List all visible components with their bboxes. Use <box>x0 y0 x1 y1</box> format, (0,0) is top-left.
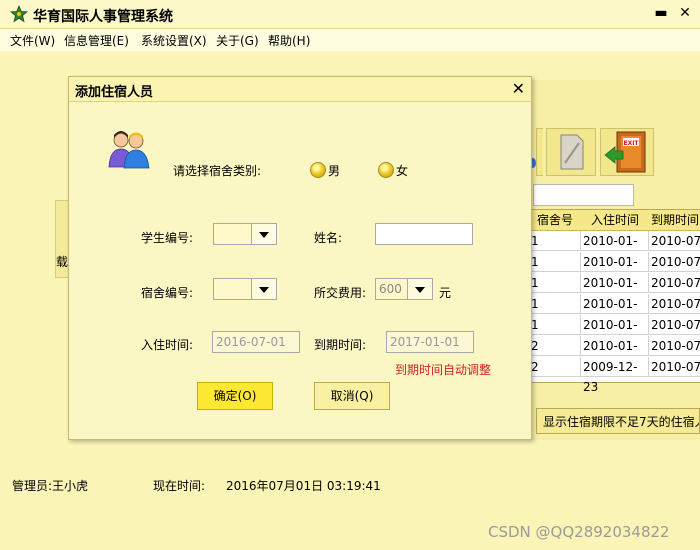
dialog-title: 添加住宿人员 <box>75 85 154 100</box>
app-title: 华育国际人事管理系统 <box>33 9 173 25</box>
radio-male-label[interactable]: 男 <box>328 162 340 179</box>
watermark-text: CSDN @QQ2892034822 <box>488 523 670 541</box>
menu-info-management[interactable]: 信息管理(E) <box>64 32 129 49</box>
menu-about[interactable]: 关于(G) <box>216 32 259 49</box>
dorm-no-combobox[interactable] <box>213 278 277 300</box>
table-header-expire[interactable]: 到期时间 <box>649 210 700 231</box>
menu-bar: 文件(W) 信息管理(E) 系统设置(X) 关于(G) 帮助(H) <box>0 29 700 51</box>
cancel-button[interactable]: 取消(Q) <box>314 382 390 410</box>
current-time-label: 现在时间: <box>153 479 206 493</box>
current-time-value: 2016年07月01日 03:19:41 <box>226 479 381 493</box>
fee-combobox[interactable]: 600 <box>375 278 433 300</box>
fee-label: 所交费用: <box>314 286 367 300</box>
radio-female-label[interactable]: 女 <box>396 162 408 179</box>
name-input[interactable] <box>375 223 473 245</box>
chevron-down-icon[interactable] <box>251 224 276 244</box>
add-resident-dialog: 添加住宿人员 ✕ 请选择宿舍类别: 男 女 学生编号: 姓名: 宿舍编号: 所交… <box>68 76 532 440</box>
chevron-down-icon[interactable] <box>251 279 276 299</box>
student-no-combobox[interactable] <box>213 223 277 245</box>
expire-date-field[interactable]: 2017-01-01 <box>386 331 474 353</box>
toolbar-exit-button[interactable]: EXIT <box>600 128 654 176</box>
window-close-button[interactable]: ✕ <box>676 4 694 22</box>
name-label: 姓名: <box>314 231 343 245</box>
student-no-label: 学生编号: <box>141 231 194 245</box>
chevron-down-icon[interactable] <box>407 279 432 299</box>
dorm-no-label: 宿舍编号: <box>141 286 194 300</box>
radio-female[interactable] <box>378 162 394 178</box>
menu-system-settings[interactable]: 系统设置(X) <box>141 32 207 49</box>
document-icon <box>560 134 584 170</box>
toolbar-document-button[interactable] <box>546 128 596 176</box>
menu-file[interactable]: 文件(W) <box>10 32 55 49</box>
exit-door-icon: EXIT <box>604 131 646 173</box>
background-left-char: 载 <box>56 255 69 269</box>
table-header-checkin[interactable]: 入住时间 <box>581 210 650 231</box>
app-titlebar: 华育国际人事管理系统 ▬ ✕ <box>0 0 700 29</box>
dialog-titlebar: 添加住宿人员 ✕ <box>69 77 531 102</box>
fee-value: 600 <box>379 282 402 296</box>
users-icon <box>108 131 150 169</box>
confirm-button[interactable]: 确定(O) <box>197 382 273 410</box>
residents-table: 宿舍号 入住时间 到期时间 1 2010-01-17 2010-07- 1 20… <box>528 209 700 394</box>
toolbar-button-partial[interactable] <box>536 128 543 176</box>
menu-help[interactable]: 帮助(H) <box>268 32 310 49</box>
table-header-dorm[interactable]: 宿舍号 <box>529 210 582 231</box>
checkin-label: 入住时间: <box>141 338 194 352</box>
expire-label: 到期时间: <box>314 338 367 352</box>
svg-text:EXIT: EXIT <box>623 140 639 147</box>
dorm-type-label: 请选择宿舍类别: <box>173 164 262 178</box>
fee-unit: 元 <box>439 286 452 300</box>
app-logo-icon <box>10 5 28 23</box>
background-search-input[interactable] <box>533 184 634 206</box>
checkin-date-field[interactable]: 2016-07-01 <box>212 331 300 353</box>
expiring-residents-button[interactable]: 显示住宿期限不足7天的住宿人 <box>536 408 700 434</box>
minimize-button[interactable]: ▬ <box>652 4 670 22</box>
dialog-close-button[interactable]: ✕ <box>512 79 525 98</box>
radio-male[interactable] <box>310 162 326 178</box>
admin-label: 管理员:王小虎 <box>12 479 89 493</box>
expire-auto-adjust-hint: 到期时间自动调整 <box>395 363 492 377</box>
